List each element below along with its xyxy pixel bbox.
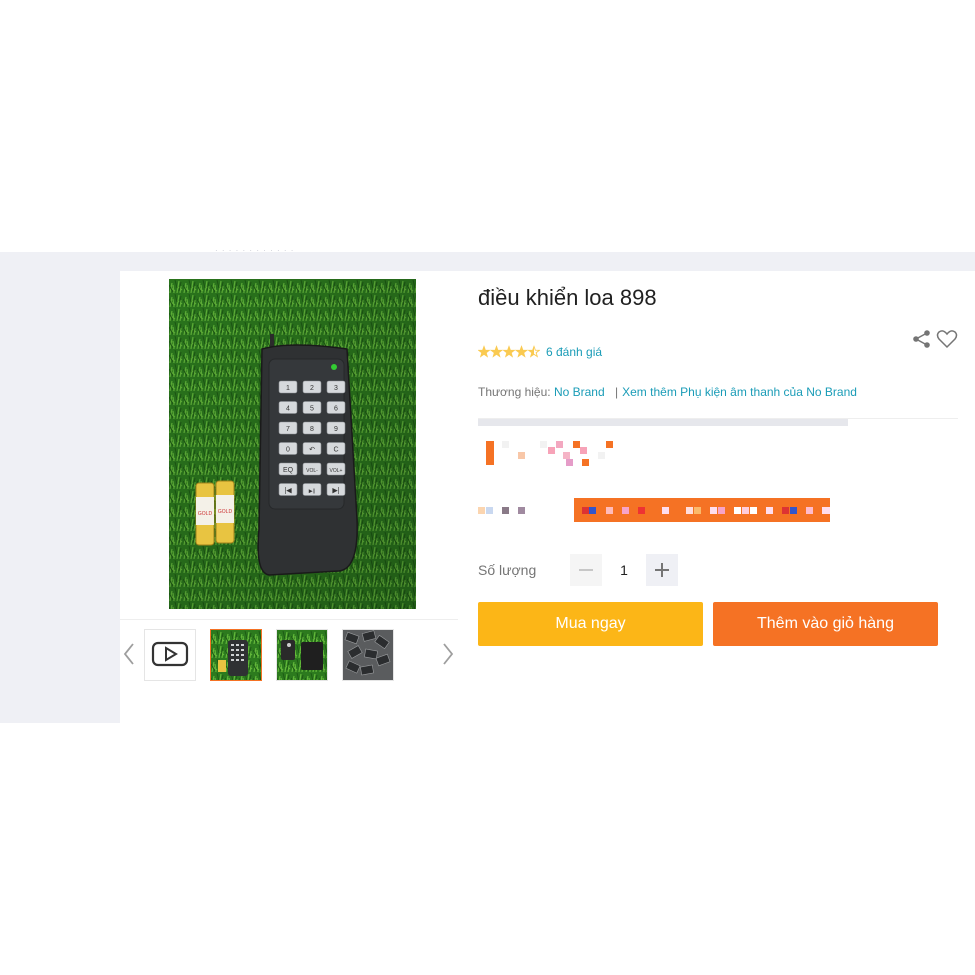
svg-text:3: 3: [334, 385, 338, 392]
rating-star-icon: [514, 345, 529, 358]
remote-key: ↶: [302, 442, 322, 455]
brand-row: Thương hiệu: No Brand | Xem thêm Phụ kiện…: [478, 385, 857, 399]
remote-key: VOL+: [326, 462, 346, 476]
main-product-image[interactable]: 1 2 3 4 5 6 7 8 9 0 ↶ C EQ VOL- VOL+ |◀ ▶|| ▶| GOLD GOLD: [169, 279, 416, 609]
rating-star-icon: [502, 345, 516, 358]
video-play-icon: [151, 641, 189, 667]
minus-icon: [579, 569, 593, 571]
quantity-input[interactable]: 1: [608, 562, 640, 578]
remote-key: 2: [302, 380, 322, 394]
thumbnail-remote-pile[interactable]: [342, 629, 394, 681]
svg-text:|◀: |◀: [284, 488, 292, 495]
svg-text:VOL+: VOL+: [330, 468, 343, 474]
remote-key: |◀: [278, 483, 298, 496]
thumbnail-remote-receiver[interactable]: [276, 629, 328, 681]
thumbnail-remote-front[interactable]: [210, 629, 262, 681]
remote-key: 5: [302, 401, 322, 414]
remote-key: ▶||: [302, 483, 322, 496]
quantity-decrease-button[interactable]: [570, 554, 602, 586]
remote-key: VOL-: [302, 462, 322, 476]
svg-text:GOLD: GOLD: [218, 509, 233, 515]
brand-separator: |: [615, 385, 619, 399]
buy-now-button[interactable]: Mua ngay: [478, 602, 703, 646]
remote-key: 6: [326, 401, 346, 414]
svg-text:1: 1: [286, 385, 290, 392]
promo-placeholder-bar: [478, 419, 848, 426]
svg-text:7: 7: [286, 426, 290, 433]
product-title: điều khiển loa 898: [478, 285, 657, 310]
svg-text:2: 2: [310, 385, 314, 392]
plus-icon: [655, 563, 669, 577]
remote-key: 8: [302, 421, 322, 435]
svg-text:5: 5: [310, 406, 314, 413]
svg-text:4: 4: [286, 406, 290, 413]
add-to-cart-button[interactable]: Thêm vào giỏ hàng: [713, 602, 938, 646]
svg-text:↶: ↶: [309, 447, 315, 454]
thumbnail-video[interactable]: [144, 629, 196, 681]
svg-text:8: 8: [310, 426, 314, 433]
remote-key: 4: [278, 401, 298, 414]
remote-key: 9: [326, 421, 346, 435]
svg-text:C: C: [333, 447, 338, 454]
share-icon[interactable]: [912, 329, 932, 354]
quantity-label: Số lượng: [478, 562, 537, 578]
svg-text:GOLD: GOLD: [198, 511, 213, 517]
rating-star-icon: [489, 345, 504, 358]
svg-text:EQ: EQ: [283, 467, 294, 474]
brand-more-link[interactable]: Xem thêm Phụ kiện âm thanh của No Brand: [622, 385, 857, 399]
svg-text:0: 0: [286, 447, 290, 454]
faint-breadcrumb-strip: · · · · · · · · · · · ·: [215, 246, 295, 255]
svg-text:VOL-: VOL-: [306, 468, 318, 474]
brand-label: Thương hiệu:: [478, 385, 551, 399]
remote-key: 0: [278, 442, 298, 455]
wishlist-heart-icon[interactable]: [936, 329, 958, 354]
gallery-prev-arrow-icon[interactable]: [119, 640, 139, 668]
rating-star-icon: [527, 345, 541, 358]
rating-stars: [477, 345, 541, 364]
quantity-increase-button[interactable]: [646, 554, 678, 586]
remote-key: 7: [278, 421, 298, 435]
svg-text:▶|: ▶|: [332, 488, 339, 495]
svg-text:▶||: ▶||: [309, 489, 315, 495]
gallery-divider: [120, 619, 458, 620]
remote-key: EQ: [278, 462, 298, 476]
remote-photo: 1 2 3 4 5 6 7 8 9 0 ↶ C EQ VOL- VOL+ |◀ ▶|| ▶| GOLD GOLD: [169, 279, 416, 609]
remote-key: 1: [278, 380, 298, 394]
remote-key: ▶|: [326, 483, 346, 496]
brand-name-link[interactable]: No Brand: [554, 385, 605, 399]
rating-star-icon: [477, 345, 491, 358]
remote-key: C: [326, 442, 346, 455]
svg-text:9: 9: [334, 426, 338, 433]
gallery-next-arrow-icon[interactable]: [438, 640, 458, 668]
remote-key: 3: [326, 380, 346, 394]
svg-text:6: 6: [334, 406, 338, 413]
rating-count-link[interactable]: 6 đánh giá: [546, 345, 602, 359]
